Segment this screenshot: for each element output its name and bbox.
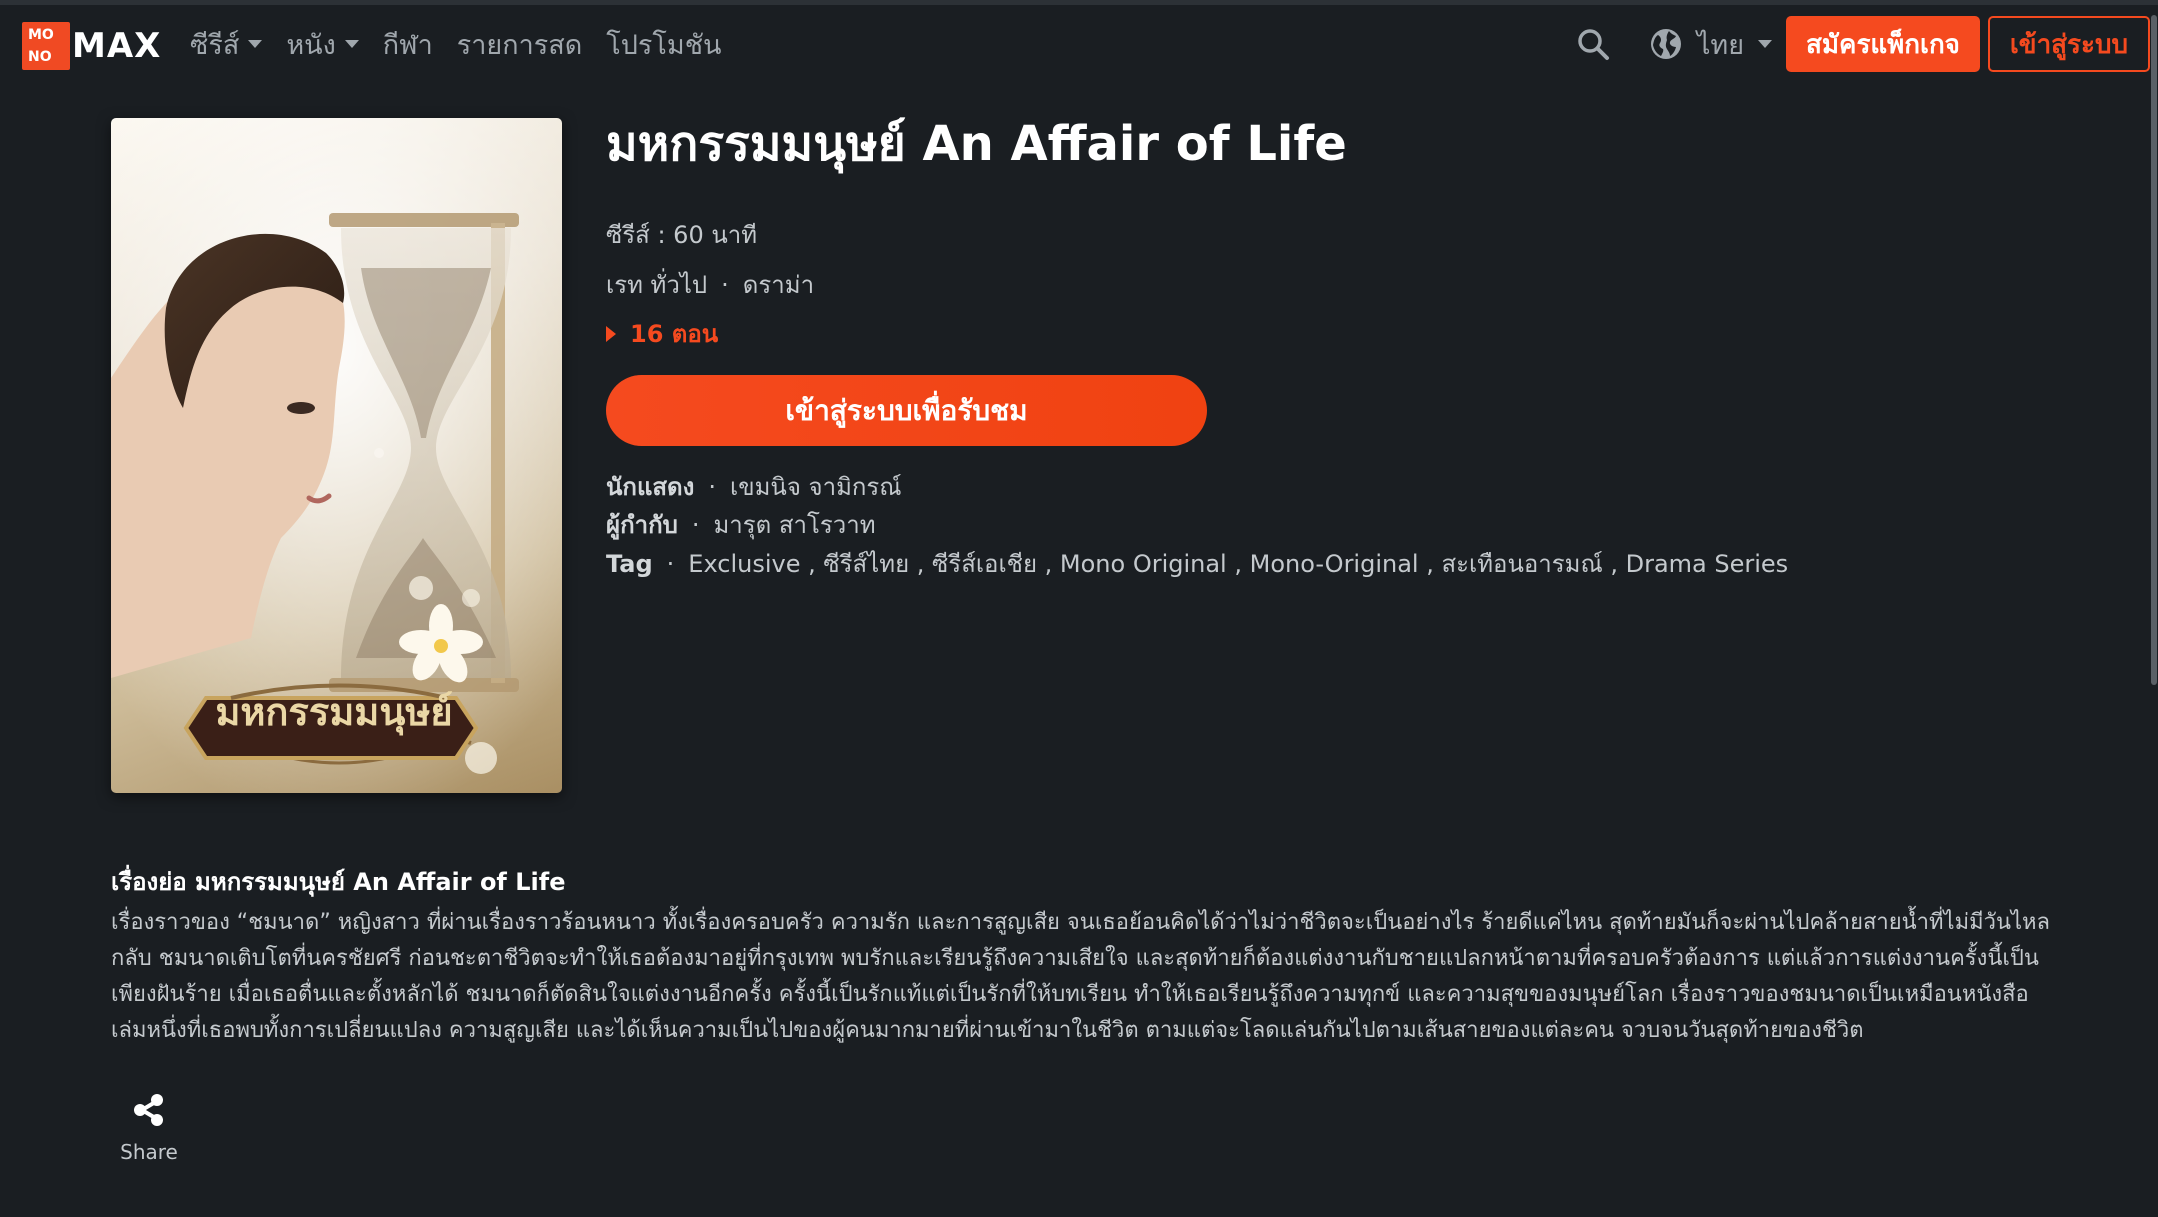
separator-dot: · — [708, 473, 716, 501]
mono-logo-line1: MO — [28, 27, 54, 43]
cast-name[interactable]: เขมนิจ จามิกรณ์ — [730, 473, 902, 501]
globe-icon[interactable] — [1649, 27, 1683, 61]
language-label: ไทย — [1696, 29, 1745, 61]
language-selector[interactable]: ไทย — [1696, 23, 1773, 66]
login-to-watch-button[interactable]: เข้าสู่ระบบเพื่อรับชม — [606, 375, 1207, 446]
play-triangle-icon — [606, 325, 616, 342]
show-poster[interactable]: มหกรรมมนุษย์ — [111, 118, 562, 793]
director-name[interactable]: มารุต สาโรวาท — [713, 511, 875, 539]
menu-item-label: โปรโมชัน — [606, 29, 722, 61]
tag-label: Tag — [606, 550, 653, 578]
synopsis-text: เรื่องราวของ “ชมนาด” หญิงสาว ที่ผ่านเรื่… — [111, 910, 2051, 1043]
poster-title-text: มหกรรมมนุษย์ — [215, 689, 453, 734]
share-label: Share — [120, 1140, 178, 1164]
mono-logo-line2: NO — [28, 49, 52, 65]
tags-row: Tag · Exclusive , ซีรีส์ไทย , ซีรีส์เอเชีย… — [606, 544, 1788, 583]
menu-item-label: รายการสด — [456, 29, 583, 61]
cast-label: นักแสดง — [606, 473, 695, 501]
menu-item-sports[interactable]: กีฬา — [383, 23, 433, 66]
monomax-logo[interactable]: MO NO MAX — [22, 22, 164, 70]
menu-item-series[interactable]: ซีรีส์ — [190, 23, 263, 66]
menu-item-label: หนัง — [286, 29, 336, 61]
caret-down-icon — [1758, 40, 1773, 48]
menu-item-movies[interactable]: หนัง — [286, 23, 359, 66]
page-title: มหกรรมมนุษย์ An Affair of Life — [606, 116, 1347, 172]
rating-genre-row: เรท ทั่วไป · ดราม่า — [606, 265, 814, 304]
director-row: ผู้กำกับ · มารุต สาโรวาท — [606, 505, 876, 544]
episodes-count: 16 ตอน — [630, 320, 719, 348]
rating: เรท ทั่วไป — [606, 271, 708, 299]
tag-list[interactable]: Exclusive , ซีรีส์ไทย , ซีรีส์เอเชีย , M… — [688, 550, 1788, 578]
nav-right-group: ไทย สมัครแพ็กเกจ เข้าสู่ระบบ — [1575, 5, 2150, 83]
top-navbar: MO NO MAX ซีรีส์ หนัง กีฬา รายการสด โปรโ… — [0, 5, 2150, 83]
menu-item-label: ซีรีส์ — [190, 29, 240, 61]
director-label: ผู้กำกับ — [606, 511, 678, 539]
login-button[interactable]: เข้าสู่ระบบ — [1987, 16, 2150, 72]
caret-down-icon — [344, 40, 359, 48]
cast-row: นักแสดง · เขมนิจ จามิกรณ์ — [606, 467, 902, 506]
episodes-link[interactable]: 16 ตอน — [606, 314, 718, 353]
page-scrollbar[interactable] — [2150, 5, 2158, 1217]
register-package-button[interactable]: สมัครแพ็กเกจ — [1786, 16, 1980, 72]
type-duration: ซีรีส์ : 60 นาที — [606, 221, 758, 249]
separator-dot: · — [666, 550, 675, 578]
share-icon — [134, 1094, 163, 1126]
search-icon[interactable] — [1575, 26, 1611, 62]
scrollbar-thumb[interactable] — [2151, 15, 2157, 685]
genre: ดราม่า — [742, 271, 815, 299]
menu-item-label: กีฬา — [382, 29, 433, 61]
share-button[interactable]: Share — [110, 1092, 188, 1164]
separator-dot: · — [721, 271, 729, 299]
mono-logo-box: MO NO — [22, 22, 70, 70]
menu-item-live[interactable]: รายการสด — [457, 23, 583, 66]
caret-down-icon — [248, 40, 263, 48]
main-menu: ซีรีส์ หนัง กีฬา รายการสด โปรโมชัน — [190, 5, 721, 83]
max-logo-text: MAX — [72, 26, 162, 66]
synopsis-heading: เรื่องย่อ มหกรรมมนุษย์ An Affair of Life — [111, 868, 566, 896]
separator-dot: · — [691, 511, 700, 539]
menu-item-promotion[interactable]: โปรโมชัน — [606, 23, 721, 66]
